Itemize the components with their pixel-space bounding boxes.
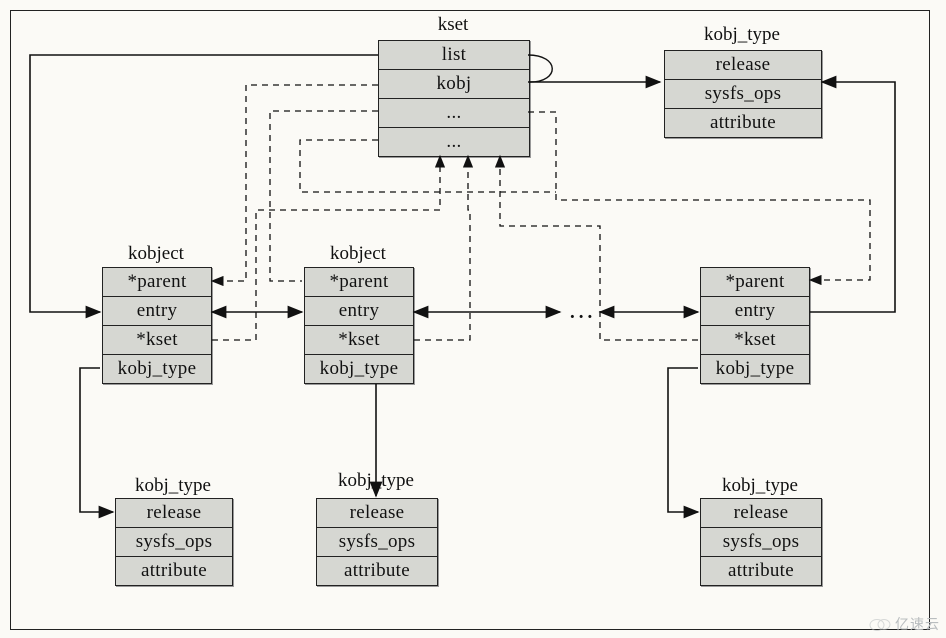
kobject2-kobj-type: kobj_type (305, 355, 413, 383)
kobj-type-b2-sysfs-ops: sysfs_ops (317, 528, 437, 557)
title-kobj-type-b3: kobj_type (700, 475, 820, 497)
kobj-type-b2-attribute: attribute (317, 557, 437, 585)
kobject1-kobj-type: kobj_type (103, 355, 211, 383)
title-kobject-1: kobject (102, 243, 210, 265)
kobject1-parent: *parent (103, 268, 211, 297)
kset-dots-2: ... (379, 128, 529, 156)
kobj-type-top-sysfs-ops: sysfs_ops (665, 80, 821, 109)
struct-kobject-2: *parent entry *kset kobj_type (304, 267, 414, 384)
kobj-type-b1-sysfs-ops: sysfs_ops (116, 528, 232, 557)
kobject2-parent: *parent (305, 268, 413, 297)
struct-kobj-type-top: release sysfs_ops attribute (664, 50, 822, 138)
struct-kobj-type-b1: release sysfs_ops attribute (115, 498, 233, 586)
kobj-type-b1-attribute: attribute (116, 557, 232, 585)
kobject2-kset: *kset (305, 326, 413, 355)
kobject2-entry: entry (305, 297, 413, 326)
kobject3-entry: entry (701, 297, 809, 326)
title-kobject-2: kobject (304, 243, 412, 265)
struct-kobject-3: *parent entry *kset kobj_type (700, 267, 810, 384)
title-kobj-type-b2: kobj_type (316, 470, 436, 492)
watermark: 亿速云 (869, 614, 940, 634)
title-kset: kset (378, 14, 528, 36)
kobj-type-top-attribute: attribute (665, 109, 821, 137)
kobj-type-top-release: release (665, 51, 821, 80)
kobject1-entry: entry (103, 297, 211, 326)
struct-kset: list kobj ... ... (378, 40, 530, 157)
watermark-text: 亿速云 (895, 614, 940, 634)
kobject3-kset: *kset (701, 326, 809, 355)
struct-kobj-type-b3: release sysfs_ops attribute (700, 498, 822, 586)
title-kobj-type-top: kobj_type (664, 24, 820, 46)
kset-list: list (379, 41, 529, 70)
kobj-type-b3-sysfs-ops: sysfs_ops (701, 528, 821, 557)
kobject3-kobj-type: kobj_type (701, 355, 809, 383)
struct-kobj-type-b2: release sysfs_ops attribute (316, 498, 438, 586)
kset-kobj: kobj (379, 70, 529, 99)
kobject3-parent: *parent (701, 268, 809, 297)
kobject1-kset: *kset (103, 326, 211, 355)
kobj-type-b3-attribute: attribute (701, 557, 821, 585)
kset-dots-1: ... (379, 99, 529, 128)
kobj-type-b1-release: release (116, 499, 232, 528)
ellipsis-between: ... (570, 302, 596, 324)
title-kobj-type-b1: kobj_type (115, 475, 231, 497)
kobj-type-b3-release: release (701, 499, 821, 528)
struct-kobject-1: *parent entry *kset kobj_type (102, 267, 212, 384)
kobj-type-b2-release: release (317, 499, 437, 528)
